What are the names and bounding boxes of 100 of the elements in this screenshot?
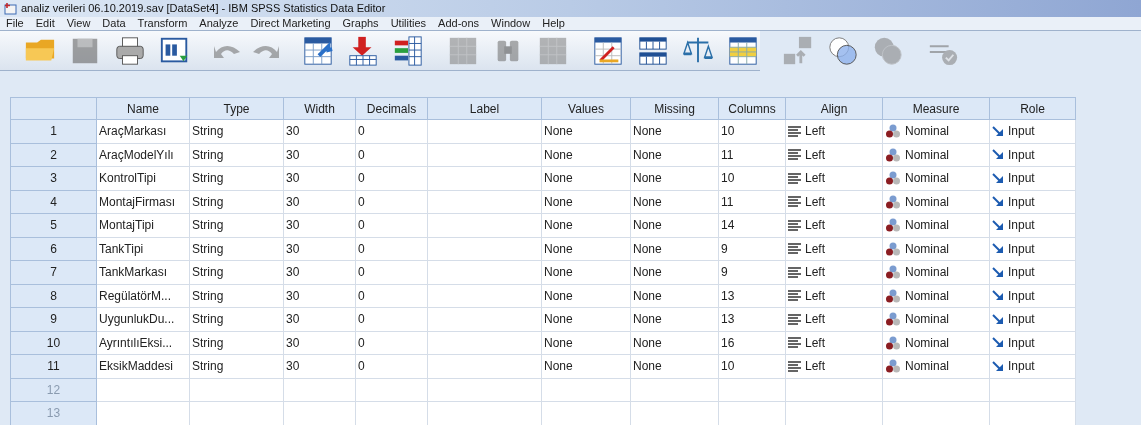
column-header[interactable]: Decimals [355, 97, 428, 120]
diagonal-arrow-icon [992, 243, 1004, 255]
cell-text: Nominal [905, 123, 949, 141]
three-balls-icon [885, 312, 901, 327]
app-icon [4, 2, 17, 15]
cell-text: Input [1008, 217, 1035, 235]
cell-text: Left [805, 311, 825, 329]
diagonal-arrow-icon [992, 125, 1004, 137]
column-header[interactable]: Width [283, 97, 356, 120]
menu-item[interactable]: Add-ons [432, 15, 486, 32]
column-header[interactable]: Name [96, 97, 190, 120]
table-pencil-icon [592, 34, 624, 67]
menu-item[interactable]: Data [96, 15, 132, 32]
column-header[interactable]: Columns [718, 97, 786, 120]
menu-item[interactable]: Edit [29, 15, 61, 32]
row-number[interactable]: 7 [10, 260, 97, 284]
diagonal-arrow-icon [992, 337, 1004, 349]
cell-text: Nominal [905, 170, 949, 188]
cell-text: Input [1008, 193, 1035, 211]
cell-text: Input [1008, 170, 1035, 188]
column-header[interactable]: Measure [882, 97, 990, 120]
cell-text: Left [805, 123, 825, 141]
diagonal-arrow-icon [992, 196, 1004, 208]
align-left-icon [788, 360, 801, 372]
cell-text: Input [1008, 287, 1035, 305]
menu-item[interactable]: File [0, 15, 30, 32]
cell-text: Nominal [905, 358, 949, 376]
highlighted-table-icon [727, 34, 759, 67]
cell-text: Left [805, 240, 825, 258]
row-number[interactable]: 11 [10, 354, 97, 378]
align-left-icon [788, 266, 801, 278]
align-left-icon [788, 172, 801, 184]
align-left-icon [788, 290, 801, 302]
column-header[interactable]: Role [989, 97, 1076, 120]
align-left-icon [788, 313, 801, 325]
cell-text: Nominal [905, 334, 949, 352]
row-number[interactable]: 5 [10, 213, 97, 237]
menu-item[interactable]: Utilities [384, 15, 433, 32]
row-number[interactable]: 2 [10, 143, 97, 167]
diagonal-arrow-icon [992, 172, 1004, 184]
cell-text: Left [805, 193, 825, 211]
cell-text: Nominal [905, 264, 949, 282]
three-balls-icon [885, 124, 901, 139]
circles-icon [827, 34, 859, 67]
cell-text: Left [805, 146, 825, 164]
three-balls-icon [885, 359, 901, 374]
cell-text: Input [1008, 123, 1035, 141]
menu-item[interactable]: Direct Marketing [244, 15, 337, 32]
window-title: analiz verileri 06.10.2019.sav [DataSet4] - IBM SPSS Statistics Data Editor [21, 1, 386, 17]
three-balls-icon [885, 147, 901, 162]
menu-item[interactable]: Window [485, 15, 537, 32]
align-left-icon [788, 337, 801, 349]
column-header[interactable]: Missing [630, 97, 719, 120]
menu-item[interactable]: Graphs [336, 15, 385, 32]
menu-item[interactable]: Transform [131, 15, 194, 32]
cell-text: Nominal [905, 146, 949, 164]
diagonal-arrow-icon [992, 290, 1004, 302]
printer-icon [114, 34, 146, 67]
diagonal-arrow-icon [992, 266, 1004, 278]
row-number[interactable]: 4 [10, 190, 97, 214]
column-header[interactable]: Label [427, 97, 542, 120]
cell-text: Nominal [905, 240, 949, 258]
column-header[interactable]: Values [541, 97, 631, 120]
row-number[interactable]: 6 [10, 237, 97, 261]
row-number[interactable]: 8 [10, 284, 97, 308]
row-number[interactable]: 1 [10, 119, 97, 143]
toolbar-button[interactable] [392, 33, 424, 68]
row-number[interactable]: 9 [10, 307, 97, 331]
menu-item[interactable]: Help [536, 15, 571, 32]
align-left-icon [788, 219, 801, 231]
cell-text: Input [1008, 334, 1035, 352]
column-header[interactable]: Align [785, 97, 883, 120]
cell-text: Left [805, 217, 825, 235]
three-balls-icon [885, 218, 901, 233]
cell-text: Input [1008, 240, 1035, 258]
cell-text: Nominal [905, 287, 949, 305]
row-number[interactable]: 10 [10, 331, 97, 355]
cell-text: Left [805, 334, 825, 352]
cell-text: Input [1008, 264, 1035, 282]
cell-text: Input [1008, 358, 1035, 376]
three-balls-icon [885, 288, 901, 303]
cell-text: Left [805, 358, 825, 376]
cell-text: Nominal [905, 217, 949, 235]
column-header[interactable]: Type [189, 97, 284, 120]
cell-text: Left [805, 170, 825, 188]
menu-item[interactable]: Analyze [193, 15, 245, 32]
three-balls-icon [885, 265, 901, 280]
cell-text: Input [1008, 146, 1035, 164]
split-table-icon [637, 34, 669, 67]
cell-text: Left [805, 287, 825, 305]
align-left-icon [788, 125, 801, 137]
row-number[interactable]: 3 [10, 166, 97, 190]
variable-list-icon [392, 34, 424, 67]
cell-text: Nominal [905, 311, 949, 329]
align-left-icon [788, 149, 801, 161]
menu-item[interactable]: View [60, 15, 97, 32]
three-balls-icon [885, 194, 901, 209]
cell-text: Left [805, 264, 825, 282]
diagonal-arrow-icon [992, 360, 1004, 372]
down-arrow-table-icon [347, 34, 379, 67]
